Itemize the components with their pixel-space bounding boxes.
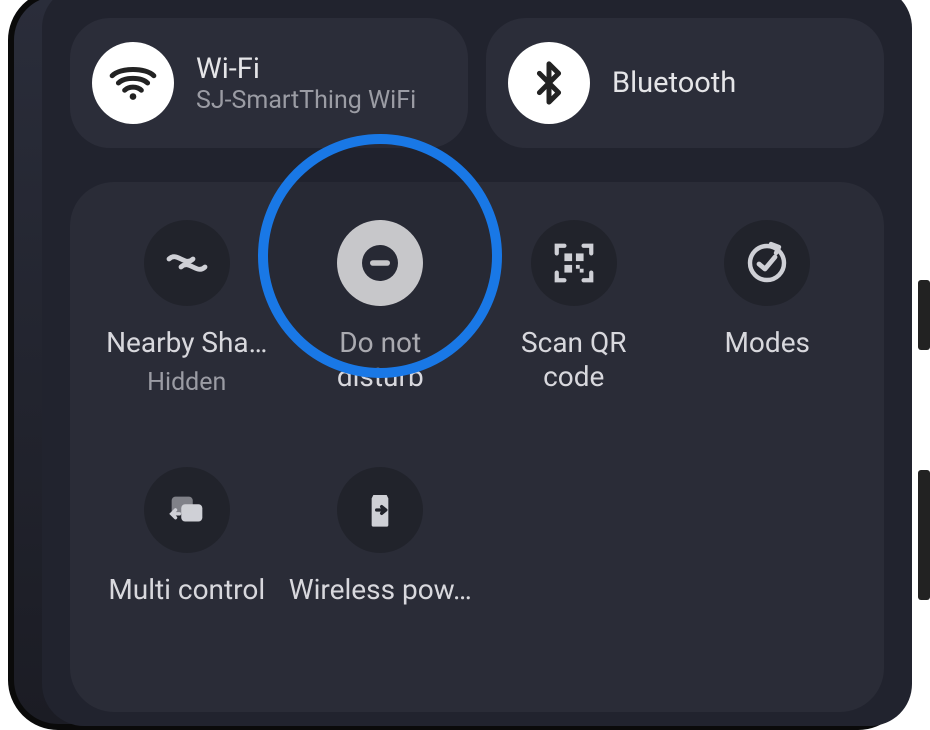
modes-icon [724, 220, 810, 306]
multi-control-tile[interactable]: Multi control [90, 467, 284, 674]
wireless-power-label: Wireless pow… [289, 573, 472, 607]
wifi-text: Wi-Fi SJ-SmartThing WiFi [196, 52, 416, 115]
phone-frame: Wi-Fi SJ-SmartThing WiFi Bluetooth [8, 0, 908, 730]
scan-qr-label: Scan QR code [521, 326, 626, 393]
nearby-share-label: Nearby Sha… [106, 326, 267, 360]
multi-control-label: Multi control [108, 573, 265, 607]
do-not-disturb-tile[interactable]: Do not disturb [284, 220, 478, 427]
modes-label: Modes [724, 326, 810, 360]
bluetooth-title: Bluetooth [612, 66, 736, 100]
bluetooth-text: Bluetooth [612, 66, 736, 100]
dnd-label: Do not disturb [337, 326, 424, 393]
wifi-subtitle: SJ-SmartThing WiFi [196, 86, 416, 115]
wifi-title: Wi-Fi [196, 52, 416, 86]
nearby-share-icon [144, 220, 230, 306]
multi-control-icon [144, 467, 230, 553]
phone-side-button [918, 470, 930, 600]
bluetooth-tile[interactable]: Bluetooth [486, 18, 884, 148]
nearby-share-tile[interactable]: Nearby Sha… Hidden [90, 220, 284, 427]
dnd-icon [337, 220, 423, 306]
quick-settings-grid: Nearby Sha… Hidden Do not disturb [70, 182, 884, 712]
bluetooth-icon [508, 42, 590, 124]
wireless-power-tile[interactable]: Wireless pow… [284, 467, 478, 674]
quick-settings-screen: Wi-Fi SJ-SmartThing WiFi Bluetooth [42, 0, 912, 726]
wifi-icon [92, 42, 174, 124]
qr-code-icon [531, 220, 617, 306]
phone-side-button [918, 280, 930, 350]
wifi-tile[interactable]: Wi-Fi SJ-SmartThing WiFi [70, 18, 468, 148]
scan-qr-tile[interactable]: Scan QR code [477, 220, 671, 427]
quick-settings-top-row: Wi-Fi SJ-SmartThing WiFi Bluetooth [70, 18, 884, 148]
nearby-share-sub: Hidden [147, 368, 226, 397]
modes-tile[interactable]: Modes [671, 220, 865, 427]
wireless-power-icon [337, 467, 423, 553]
